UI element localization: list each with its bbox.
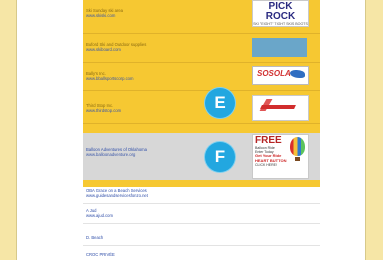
balloon-basket-icon [295,157,300,161]
ad-title: PICK ROCK [265,1,296,22]
entry-url[interactable]: www.guidesandservicesfonzo.net [86,193,148,198]
ad-banner-ski-supplies[interactable] [252,38,307,57]
lower-entry-2[interactable]: A Jud www.ajud.com [86,208,113,218]
marker-f-badge: F [205,142,235,172]
sponsor-url[interactable]: www.bballsportscorp.com [86,76,133,81]
ad-cta: CLICK HERE! [255,163,277,167]
row-divider [83,90,320,91]
sponsor-entry-5[interactable]: Balloon Adventures of Oklahoma www.ballo… [86,147,147,157]
ad-banner-airline[interactable] [252,95,309,121]
ad-banner-balloon[interactable]: FREE Balloon Ride Enter Today Get Your R… [252,134,309,179]
sponsor-url[interactable]: www.thirdstop.com [86,108,121,113]
row-divider [83,62,320,63]
row-divider [83,223,320,224]
ad-subtitle: SKI "EIGHT" TIGHT SKIS BOOTS [253,22,308,26]
ad-banner-pick-rock[interactable]: PICK ROCK SKI "EIGHT" TIGHT SKIS BOOTS [252,0,309,27]
sponsor-url[interactable]: www.balloonadventure.org [86,152,147,157]
lower-entry-3[interactable]: D. Beach [86,235,103,240]
row-divider [83,123,320,124]
lower-entry-4[interactable]: CROC PRIVÉE [86,252,115,257]
lower-entry-1[interactable]: OBA Grace on a Beach Services www.guides… [86,188,148,198]
row-divider [83,203,320,204]
sponsor-entry-1[interactable]: Ski Sunday ski area www.skiski.com [86,8,123,18]
airplane-icon [260,105,296,109]
ad-banner-sosola[interactable]: SOSOLA [252,66,309,85]
sponsor-entry-2[interactable]: Buford Ski and Outdoor supplies www.skib… [86,42,146,52]
sponsor-url[interactable]: www.skiski.com [86,13,123,18]
sponsor-entry-3[interactable]: Bally's Inc. www.bballsportscorp.com [86,71,133,81]
entry-name: CROC PRIVÉE [86,252,115,257]
entry-name: D. Beach [86,235,104,240]
row-divider [83,33,320,34]
entry-url[interactable]: www.ajud.com [86,213,113,218]
row-divider [83,245,320,246]
marker-e-badge: E [205,88,235,118]
sponsor-url[interactable]: www.skiboard.com [86,47,146,52]
sponsor-entry-4[interactable]: Third Stop Inc. www.thirdstop.com [86,103,121,113]
hot-air-balloon-icon [290,137,305,156]
